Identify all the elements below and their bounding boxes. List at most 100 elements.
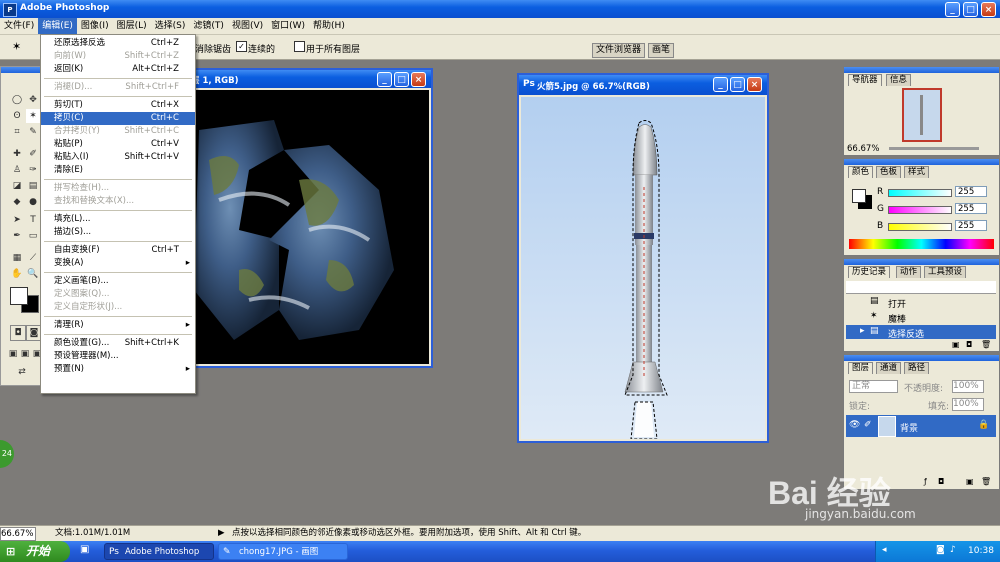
- earth-close-button[interactable]: ×: [411, 72, 426, 87]
- rocket-canvas[interactable]: [521, 97, 765, 439]
- menu-0[interactable]: 文件(F): [0, 18, 38, 34]
- edit-menu-item[interactable]: 定义画笔(B)...: [41, 275, 195, 288]
- magic-wand-icon[interactable]: ✶: [26, 109, 40, 123]
- channel-r-slider[interactable]: [888, 189, 952, 197]
- channel-g-value[interactable]: 255: [955, 203, 987, 214]
- history-item-open[interactable]: ▤ 打开: [846, 295, 996, 310]
- menu-6[interactable]: 视图(V): [228, 18, 267, 34]
- edit-menu-item[interactable]: 自由变换(F) Ctrl+T: [41, 244, 195, 257]
- tray-icon[interactable]: ◂: [882, 545, 887, 555]
- notes-tool-icon[interactable]: ▦: [10, 251, 24, 265]
- standard-mode-icon[interactable]: ◘: [10, 325, 26, 341]
- edit-menu-item[interactable]: 粘贴(P) Ctrl+V: [41, 138, 195, 151]
- tab-actions[interactable]: 动作: [896, 266, 922, 278]
- healing-brush-icon[interactable]: ✚: [10, 147, 24, 161]
- zoom-tool-icon[interactable]: 🔍: [26, 267, 40, 281]
- edit-menu-item[interactable]: 返回(K) Alt+Ctrl+Z: [41, 63, 195, 76]
- channel-g-slider[interactable]: [888, 206, 952, 214]
- close-button[interactable]: ×: [981, 2, 996, 17]
- tab-color[interactable]: 颜色: [848, 166, 874, 178]
- lasso-tool-icon[interactable]: ʘ: [10, 109, 24, 123]
- layer-row-background[interactable]: 👁 ✐ 背景 🔒: [846, 415, 996, 437]
- history-snapshot[interactable]: [846, 281, 996, 294]
- earth-canvas[interactable]: [179, 90, 429, 364]
- path-select-icon[interactable]: ➤: [10, 213, 24, 227]
- pen-tool-icon[interactable]: ✒: [10, 229, 24, 243]
- dodge-tool-icon[interactable]: ●: [26, 195, 40, 209]
- rocket-close-button[interactable]: ×: [747, 77, 762, 92]
- menu-1[interactable]: 编辑(E): [38, 18, 77, 34]
- rocket-maximize-button[interactable]: □: [730, 77, 745, 92]
- tab-paths[interactable]: 路径: [904, 362, 930, 374]
- history-item-inverse[interactable]: ▸ ▤ 选择反选: [846, 325, 996, 340]
- navigator-zoom-value[interactable]: 66.67%: [847, 144, 879, 154]
- edit-menu-item[interactable]: 预设管理器(M)...: [41, 350, 195, 363]
- minimize-button[interactable]: _: [945, 2, 960, 17]
- edit-menu-item[interactable]: 预置(N) ▸: [41, 363, 195, 376]
- crop-tool-icon[interactable]: ⌗: [10, 125, 24, 139]
- edit-menu-item[interactable]: 变换(A) ▸: [41, 257, 195, 270]
- layer-style-icon[interactable]: ƒ: [924, 477, 927, 486]
- tab-layers[interactable]: 图层: [848, 362, 874, 374]
- foreground-color-swatch[interactable]: [10, 287, 28, 305]
- status-doc-size[interactable]: 文档:1.01M/1.01M: [55, 526, 130, 541]
- maximize-button[interactable]: □: [963, 2, 978, 17]
- tab-swatches[interactable]: 色板: [876, 166, 902, 178]
- hand-tool-icon[interactable]: ✋: [10, 267, 24, 281]
- history-snapshot-icon[interactable]: ◘: [966, 340, 972, 349]
- file-browser-tab[interactable]: 文件浏览器: [592, 43, 646, 58]
- shape-tool-icon[interactable]: ▭: [26, 229, 40, 243]
- opacity-field[interactable]: 100%: [952, 380, 984, 393]
- tab-info[interactable]: 信息: [886, 74, 912, 86]
- edit-menu-item[interactable]: 剪切(T) Ctrl+X: [41, 99, 195, 112]
- tab-channels[interactable]: 通道: [876, 362, 902, 374]
- navigator-zoom-slider[interactable]: [889, 147, 979, 150]
- marquee-tool-icon[interactable]: ◯: [10, 93, 24, 107]
- edit-menu-item[interactable]: 粘贴入(I) Shift+Ctrl+V: [41, 151, 195, 164]
- color-fg-swatch[interactable]: [852, 189, 866, 203]
- tab-tool-presets[interactable]: 工具预设: [924, 266, 967, 278]
- fill-field[interactable]: 100%: [952, 398, 984, 411]
- layer-mask-icon[interactable]: ◘: [938, 477, 944, 486]
- menu-2[interactable]: 图像(I): [77, 18, 113, 34]
- blend-mode-select[interactable]: 正常: [849, 380, 898, 393]
- channel-r-value[interactable]: 255: [955, 186, 987, 197]
- menu-3[interactable]: 图层(L): [113, 18, 151, 34]
- task-photoshop[interactable]: Ps Adobe Photoshop: [104, 543, 214, 560]
- edit-menu-item[interactable]: 还原选择反选 Ctrl+Z: [41, 37, 195, 50]
- menu-8[interactable]: 帮助(H): [309, 18, 349, 34]
- edit-menu-item[interactable]: 拷贝(C) Ctrl+C: [41, 112, 195, 125]
- edit-menu-item[interactable]: 颜色设置(G)... Shift+Ctrl+K: [41, 337, 195, 350]
- menu-5[interactable]: 滤镜(T): [189, 18, 228, 34]
- edit-menu-item[interactable]: 描边(S)...: [41, 226, 195, 239]
- network-icon[interactable]: ◙: [936, 545, 945, 555]
- menu-7[interactable]: 窗口(W): [267, 18, 309, 34]
- eye-icon[interactable]: 👁: [849, 420, 860, 430]
- eraser-tool-icon[interactable]: ◪: [10, 179, 24, 193]
- history-new-doc-icon[interactable]: ▣: [952, 340, 960, 349]
- eyedropper-tool-icon[interactable]: ⟋: [26, 251, 40, 265]
- color-spectrum-bar[interactable]: [849, 239, 994, 249]
- tab-navigator[interactable]: 导航器: [848, 74, 882, 86]
- rocket-minimize-button[interactable]: _: [713, 77, 728, 92]
- edit-menu-item[interactable]: 清理(R) ▸: [41, 319, 195, 332]
- edit-menu-item[interactable]: 填充(L)...: [41, 213, 195, 226]
- menu-4[interactable]: 选择(S): [151, 18, 190, 34]
- move-tool-icon[interactable]: ✥: [26, 93, 40, 107]
- stamp-tool-icon[interactable]: ♙: [10, 163, 24, 177]
- tab-history[interactable]: 历史记录: [848, 266, 891, 278]
- brush-tool-icon[interactable]: ✐: [26, 147, 40, 161]
- channel-b-slider[interactable]: [888, 223, 952, 231]
- imageready-icon[interactable]: ⇄: [10, 365, 34, 379]
- new-layer-icon[interactable]: ▣: [966, 477, 974, 486]
- tab-styles[interactable]: 样式: [904, 166, 930, 178]
- type-tool-icon[interactable]: T: [26, 213, 40, 227]
- all-layers-checkbox[interactable]: [294, 41, 305, 52]
- slice-tool-icon[interactable]: ✎: [26, 125, 40, 139]
- show-desktop-icon[interactable]: ▣: [80, 544, 89, 555]
- history-item-magic-wand[interactable]: ✶ 魔棒: [846, 310, 996, 325]
- edit-menu-item[interactable]: 清除(E): [41, 164, 195, 177]
- status-zoom[interactable]: 66.67%: [0, 527, 36, 541]
- earth-minimize-button[interactable]: _: [377, 72, 392, 87]
- brushes-tab[interactable]: 画笔: [648, 43, 675, 58]
